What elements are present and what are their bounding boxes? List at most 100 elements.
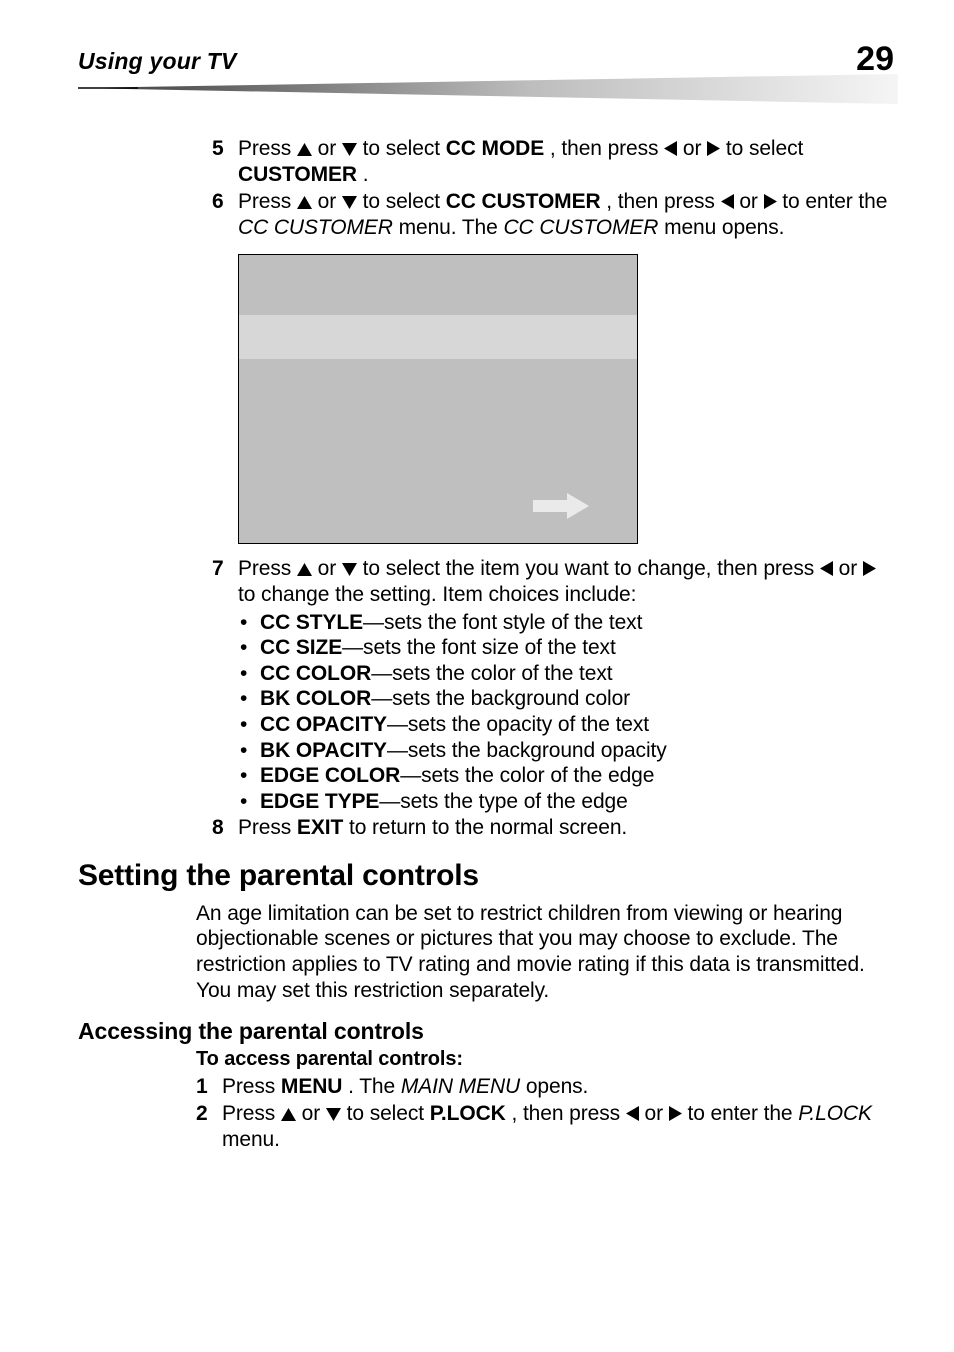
step-number: 8 xyxy=(212,815,238,841)
text: or xyxy=(644,1102,668,1125)
text: —sets the color of the edge xyxy=(400,764,654,787)
text: —sets the type of the edge xyxy=(379,790,627,813)
step-5: 5 Press or to select CC MODE , then pres… xyxy=(212,136,894,187)
sub-steps: 1 Press MENU . The MAIN MENU opens. 2 Pr… xyxy=(196,1074,894,1153)
text: to select xyxy=(363,190,446,213)
step-body: Press or to select CC CUSTOMER , then pr… xyxy=(238,189,894,240)
text: —sets the color of the text xyxy=(371,662,612,685)
text: —sets the background color xyxy=(371,687,630,710)
step-body: Press or to select CC MODE , then press … xyxy=(238,136,894,187)
text: —sets the font size of the text xyxy=(342,636,616,659)
list-item: CC OPACITY—sets the opacity of the text xyxy=(260,712,894,738)
text: —sets the font style of the text xyxy=(363,611,642,634)
bold-text: CUSTOMER xyxy=(238,163,357,186)
text: to return to the normal screen. xyxy=(349,816,627,839)
text: , then press xyxy=(511,1102,625,1125)
step-body: Press EXIT to return to the normal scree… xyxy=(238,815,894,841)
left-triangle-icon xyxy=(820,561,833,576)
text: to change the setting. Item choices incl… xyxy=(238,583,636,606)
text: , then press xyxy=(550,137,664,160)
choices-list: CC STYLE—sets the font style of the text… xyxy=(238,610,894,815)
page: Using your TV 29 5 Press xyxy=(0,0,954,1352)
text: menu. The xyxy=(399,216,504,239)
up-triangle-icon xyxy=(281,1108,296,1121)
substep-1: 1 Press MENU . The MAIN MENU opens. xyxy=(196,1074,894,1100)
procedure-title: To access parental controls: xyxy=(196,1047,894,1071)
bold-text: MENU xyxy=(281,1075,342,1098)
list-item: CC COLOR—sets the color of the text xyxy=(260,661,894,687)
text: to enter the xyxy=(687,1102,798,1125)
list-item: CC SIZE—sets the font size of the text xyxy=(260,635,894,661)
step-number: 5 xyxy=(212,136,238,187)
bold-text: CC CUSTOMER xyxy=(446,190,601,213)
text: opens. xyxy=(526,1075,588,1098)
section-heading: Setting the parental controls xyxy=(78,858,894,895)
step-body: Press MENU . The MAIN MENU opens. xyxy=(222,1074,894,1100)
bold-text: CC OPACITY xyxy=(260,713,387,736)
left-triangle-icon xyxy=(664,141,677,156)
text: Press xyxy=(238,557,297,580)
text: Press xyxy=(222,1102,281,1125)
text: to select xyxy=(363,137,446,160)
text: to select xyxy=(726,137,803,160)
bold-text: CC COLOR xyxy=(260,662,371,685)
text: , then press xyxy=(606,190,720,213)
bold-text: EDGE TYPE xyxy=(260,790,379,813)
bold-text: CC MODE xyxy=(446,137,544,160)
bold-text: EXIT xyxy=(297,816,343,839)
step-body: Press or to select P.LOCK , then press o… xyxy=(222,1101,894,1152)
page-header: Using your TV 29 xyxy=(78,48,894,88)
down-triangle-icon xyxy=(342,563,357,576)
step-8: 8 Press EXIT to return to the normal scr… xyxy=(212,815,894,841)
breadcrumb: Using your TV xyxy=(78,48,237,74)
text: menu. xyxy=(222,1128,280,1151)
text: or xyxy=(683,137,707,160)
text: or xyxy=(318,190,342,213)
bold-text: P.LOCK xyxy=(430,1102,506,1125)
text: or xyxy=(839,557,863,580)
list-item: EDGE TYPE—sets the type of the edge xyxy=(260,789,894,815)
bold-text: BK COLOR xyxy=(260,687,371,710)
header-wedge xyxy=(78,74,898,104)
list-item: EDGE COLOR—sets the color of the edge xyxy=(260,763,894,789)
bold-text: EDGE COLOR xyxy=(260,764,400,787)
step-7: 7 Press or to select the item you want t… xyxy=(212,556,894,607)
list-item: BK COLOR—sets the background color xyxy=(260,686,894,712)
left-triangle-icon xyxy=(626,1106,639,1121)
right-triangle-icon xyxy=(707,141,720,156)
text: to select xyxy=(347,1102,430,1125)
text: Press xyxy=(238,816,297,839)
content: 5 Press or to select CC MODE , then pres… xyxy=(212,136,894,1152)
italic-text: CC CUSTOMER xyxy=(503,216,658,239)
bold-text: CC SIZE xyxy=(260,636,342,659)
italic-text: CC CUSTOMER xyxy=(238,216,393,239)
italic-text: P.LOCK xyxy=(798,1102,872,1125)
list-item: BK OPACITY—sets the background opacity xyxy=(260,738,894,764)
up-triangle-icon xyxy=(297,563,312,576)
step-number: 1 xyxy=(196,1074,222,1100)
step-number: 2 xyxy=(196,1101,222,1152)
section-body: An age limitation can be set to restrict… xyxy=(196,901,894,1003)
text: to enter the xyxy=(782,190,887,213)
step-body: Press or to select the item you want to … xyxy=(238,556,894,607)
left-triangle-icon xyxy=(721,194,734,209)
list-item: CC STYLE—sets the font style of the text xyxy=(260,610,894,636)
bold-text: CC STYLE xyxy=(260,611,363,634)
cc-customer-menu-image xyxy=(238,254,638,544)
right-arrow-icon xyxy=(533,493,589,519)
text: —sets the opacity of the text xyxy=(387,713,649,736)
text: to select the item you want to change, t… xyxy=(363,557,820,580)
step-6: 6 Press or to select CC CUSTOMER , then … xyxy=(212,189,894,240)
text: menu opens. xyxy=(664,216,784,239)
down-triangle-icon xyxy=(326,1108,341,1121)
text: Press xyxy=(238,190,297,213)
substep-2: 2 Press or to select P.LOCK , then press… xyxy=(196,1101,894,1152)
up-triangle-icon xyxy=(297,143,312,156)
text: . xyxy=(363,163,369,186)
right-triangle-icon xyxy=(669,1106,682,1121)
right-triangle-icon xyxy=(764,194,777,209)
text: or xyxy=(318,557,342,580)
text: or xyxy=(302,1102,326,1125)
text: —sets the background opacity xyxy=(387,739,667,762)
text: or xyxy=(739,190,763,213)
